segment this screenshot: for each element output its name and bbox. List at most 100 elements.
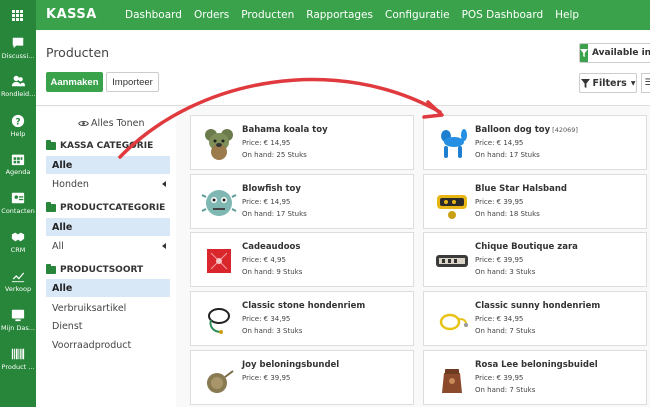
rail-item-crm[interactable]: CRM — [0, 230, 36, 254]
eye-icon — [78, 120, 89, 127]
product-onhand: On hand: 25 Stuks — [242, 151, 307, 159]
rail-item-contacts[interactable]: Contacten — [0, 191, 36, 215]
facet-label: Available in P — [592, 48, 650, 58]
product-card[interactable]: Bahama koala toy Price: € 14,95 On hand:… — [190, 115, 414, 170]
product-card[interactable]: Balloon dog toy [42069] Price: € 14,95 On… — [423, 115, 647, 170]
product-name: Balloon dog toy [42069] — [475, 125, 578, 135]
product-card[interactable]: Cadeaudoos Price: € 4,95 On hand: 9 Stuk… — [190, 232, 414, 287]
product-onhand: On hand: 17 Stuks — [475, 151, 540, 159]
treat-bag-image — [207, 370, 234, 393]
create-button[interactable]: Aanmaken — [46, 72, 103, 92]
menu-rapportages[interactable]: Rapportages — [306, 9, 373, 21]
product-onhand: On hand: 7 Stuks — [475, 327, 536, 335]
product-price: Price: € 39,95 — [475, 256, 524, 264]
section-productsoort: PRODUCTSOORT — [46, 264, 143, 275]
product-onhand: On hand: 3 Stuks — [475, 268, 536, 276]
balloon-dog-image — [441, 129, 467, 158]
product-name: Classic sunny hondenriem — [475, 301, 601, 311]
product-card[interactable]: Blue Star Halsband Price: € 39,95 On han… — [423, 174, 647, 229]
rail-item-discussions[interactable]: Discussi... — [0, 36, 36, 60]
filters-dropdown[interactable]: Filters ▼ — [579, 73, 637, 93]
filter-item-verbruiksartikel[interactable]: Verbruiksartikel — [46, 299, 170, 317]
rail-item-onboarding[interactable]: Rondleid... — [0, 74, 36, 98]
treat-pouch-image — [442, 369, 462, 393]
product-name: Chique Boutique zara — [475, 242, 578, 252]
product-onhand: On hand: 18 Stuks — [475, 210, 540, 218]
show-all-toggle[interactable]: Alles Tonen — [78, 118, 144, 129]
filter-item-productcat-alle[interactable]: Alle — [46, 218, 170, 236]
rail-item-help[interactable]: ? Help — [0, 114, 36, 138]
app-rail: Discussi... Rondleid... ? Help Agenda Co… — [0, 0, 36, 407]
product-card[interactable]: Classic sunny hondenriem Price: € 34,95 … — [423, 291, 647, 346]
control-panel: Producten Aanmaken Importeer Available i… — [36, 30, 650, 106]
funnel-icon — [580, 78, 590, 88]
gift-box-image — [207, 249, 231, 273]
app-brand[interactable]: KASSA — [46, 7, 97, 22]
help-icon: ? — [11, 114, 25, 128]
product-name: Blue Star Halsband — [475, 184, 568, 194]
product-name: Joy beloningsbundel — [242, 360, 340, 370]
section-kassa-categorie: KASSA CATEGORIE — [46, 140, 153, 151]
apps-grid-icon[interactable] — [12, 10, 23, 21]
rail-item-products[interactable]: Product ... — [0, 347, 36, 371]
calendar-icon — [11, 154, 25, 166]
search-panel-sidebar: Alles Tonen KASSA CATEGORIE Alle Honden … — [36, 107, 176, 407]
product-onhand: On hand: 17 Stuks — [242, 210, 307, 218]
section-productcategorie: PRODUCTCATEGORIE — [46, 202, 165, 213]
filter-item-voorraadproduct[interactable]: Voorraadproduct — [46, 336, 170, 354]
filter-item-all[interactable]: All — [46, 237, 170, 255]
collar-2-image — [436, 255, 468, 267]
menu-producten[interactable]: Producten — [241, 9, 294, 21]
menu-pos-dashboard[interactable]: POS Dashboard — [462, 9, 544, 21]
breadcrumb: Producten — [46, 45, 110, 60]
rail-item-dashboard[interactable]: Mijn Das... — [0, 308, 36, 332]
product-onhand: On hand: 3 Stuks — [242, 327, 303, 335]
search-facet[interactable]: Available in P — [579, 43, 650, 63]
product-price: Price: € 14,95 — [242, 198, 291, 206]
users-icon — [11, 75, 25, 87]
dashboard-icon — [11, 309, 25, 322]
menu-help[interactable]: Help — [555, 9, 579, 21]
product-price: Price: € 39,95 — [475, 374, 524, 382]
product-onhand: On hand: 9 Stuks — [242, 268, 303, 276]
group-by-button[interactable]: ☰ — [641, 73, 650, 93]
top-navbar: KASSA Dashboard Orders Producten Rapport… — [36, 0, 650, 30]
menu-orders[interactable]: Orders — [194, 9, 229, 21]
main-menu: Dashboard Orders Producten Rapportages C… — [125, 9, 591, 21]
leash-image — [208, 308, 230, 334]
folder-icon — [46, 202, 56, 212]
handshake-icon — [11, 232, 25, 242]
filter-item-kassa-alle[interactable]: Alle — [46, 156, 170, 174]
product-card[interactable]: Classic stone hondenriem Price: € 34,95 … — [190, 291, 414, 346]
product-name: Bahama koala toy — [242, 125, 328, 135]
product-card[interactable]: Joy beloningsbundel Price: € 39,95 — [190, 350, 414, 405]
filter-item-productsoort-alle[interactable]: Alle — [46, 279, 170, 297]
product-onhand: On hand: 7 Stuks — [475, 386, 536, 394]
import-button[interactable]: Importeer — [106, 72, 159, 92]
folder-icon — [46, 140, 56, 150]
product-card[interactable]: Rosa Lee beloningsbuidel Price: € 39,95 … — [423, 350, 647, 405]
product-card[interactable]: Blowfish toy Price: € 14,95 On hand: 17 … — [190, 174, 414, 229]
rail-item-agenda[interactable]: Agenda — [0, 152, 36, 176]
product-price: Price: € 14,95 — [475, 139, 524, 147]
menu-configuratie[interactable]: Configuratie — [385, 9, 450, 21]
rail-item-sales[interactable]: Verkoop — [0, 269, 36, 293]
product-name: Rosa Lee beloningsbuidel — [475, 360, 598, 370]
filter-item-honden[interactable]: Honden — [46, 175, 170, 193]
list-icon: ☰ — [644, 78, 650, 88]
product-name: Blowfish toy — [242, 184, 301, 194]
product-name: Classic stone hondenriem — [242, 301, 366, 311]
product-card[interactable]: Chique Boutique zara Price: € 39,95 On h… — [423, 232, 647, 287]
product-price: Price: € 39,95 — [242, 374, 291, 382]
product-price: Price: € 39,95 — [475, 198, 524, 206]
chat-icon — [12, 37, 24, 49]
filter-item-dienst[interactable]: Dienst — [46, 317, 170, 335]
folder-icon — [46, 264, 56, 274]
expand-left-icon[interactable] — [162, 181, 166, 187]
filters-label: Filters — [592, 77, 627, 89]
collar-image — [437, 195, 467, 219]
expand-left-icon[interactable] — [162, 243, 166, 249]
contacts-icon — [11, 192, 25, 204]
filter-icon — [580, 44, 588, 62]
menu-dashboard[interactable]: Dashboard — [125, 9, 182, 21]
